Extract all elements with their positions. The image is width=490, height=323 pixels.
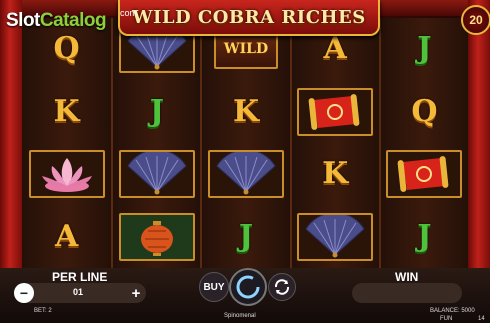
symbol-k: K (53, 93, 80, 129)
watermark-sup: com (120, 8, 138, 18)
decrease-bet-button[interactable]: − (14, 283, 34, 303)
game-title-banner: WILD COBRA RICHES (118, 0, 380, 36)
symbol-cell (292, 81, 379, 144)
mode-info: FUN (440, 316, 453, 322)
symbol-cell (381, 143, 468, 206)
symbol-cell (202, 143, 289, 206)
symbol-cell: A (22, 206, 111, 269)
symbol-cell: J (202, 206, 289, 269)
buy-button[interactable]: BUY (199, 272, 229, 302)
wild-label: WILD (223, 41, 269, 58)
lantern-icon (140, 220, 173, 256)
reel-3: WILD K J (200, 18, 290, 269)
symbol-cell: J (381, 18, 468, 81)
autoplay-icon (274, 279, 290, 295)
symbol-cell (22, 143, 111, 206)
reel-5: J Q J (378, 18, 468, 269)
symbol-q: Q (53, 31, 80, 67)
game-title: WILD COBRA RICHES (132, 6, 366, 28)
lantern-symbol (118, 212, 195, 261)
scroll-symbol (386, 150, 463, 199)
symbol-cell: K (292, 143, 379, 206)
reel-4: A K (289, 18, 379, 269)
symbol-cell: K (202, 81, 289, 144)
lotus-symbol (28, 150, 105, 199)
symbol-cell (292, 206, 379, 269)
fan-icon (127, 152, 187, 195)
fan-icon (216, 152, 276, 195)
symbol-cell (113, 206, 200, 269)
right-pillar (468, 0, 490, 270)
symbol-j: J (238, 218, 254, 254)
spin-icon (236, 275, 260, 299)
reel-1: Q K A (22, 18, 112, 269)
reel-grid: Q K A J WILD K J A K J Q J (22, 18, 468, 268)
symbol-cell: J (113, 81, 200, 144)
symbol-k: K (322, 156, 349, 192)
symbol-k: K (232, 93, 260, 129)
lines-badge: 20 (461, 5, 490, 35)
symbol-cell: J (381, 206, 468, 269)
per-line-value: 01 (73, 287, 84, 297)
fan-symbol (207, 150, 284, 199)
scroll-symbol (297, 87, 374, 136)
fan-icon (305, 214, 365, 258)
left-pillar (0, 0, 22, 270)
symbol-a: A (323, 31, 347, 67)
symbol-cell: Q (381, 81, 468, 144)
reel-2: J (111, 18, 201, 269)
watermark-logo: SlotCatalog (6, 10, 107, 32)
spin-button[interactable] (229, 268, 267, 306)
win-display (352, 283, 462, 303)
bet-info: BET: 2 (34, 308, 52, 314)
balance-info: BALANCE: 5000 (430, 308, 475, 314)
scroll-icon (398, 156, 449, 193)
autoplay-button[interactable] (268, 273, 296, 301)
win-label: WIN (395, 270, 419, 284)
scroll-icon (308, 93, 360, 130)
symbol-a: A (54, 218, 79, 254)
symbol-cell (113, 143, 200, 206)
symbol-j: J (417, 218, 432, 254)
game-stage: Q K A J WILD K J A K J Q J WILD COBRA RI… (0, 0, 490, 323)
increase-bet-button[interactable]: + (126, 283, 146, 303)
symbol-j: J (149, 93, 164, 129)
provider-name: Spinomenal (224, 313, 256, 319)
per-line-label: PER LINE (52, 270, 108, 284)
symbol-j: J (417, 31, 432, 67)
lotus-icon (41, 158, 92, 193)
symbol-cell: K (22, 81, 111, 144)
fan-symbol (118, 150, 195, 199)
watermark-part2: Catalog (39, 10, 107, 31)
fan-symbol (297, 212, 374, 261)
clock-info: 14 (478, 316, 485, 322)
symbol-q: Q (411, 93, 438, 129)
watermark-part1: Slot (6, 10, 40, 31)
